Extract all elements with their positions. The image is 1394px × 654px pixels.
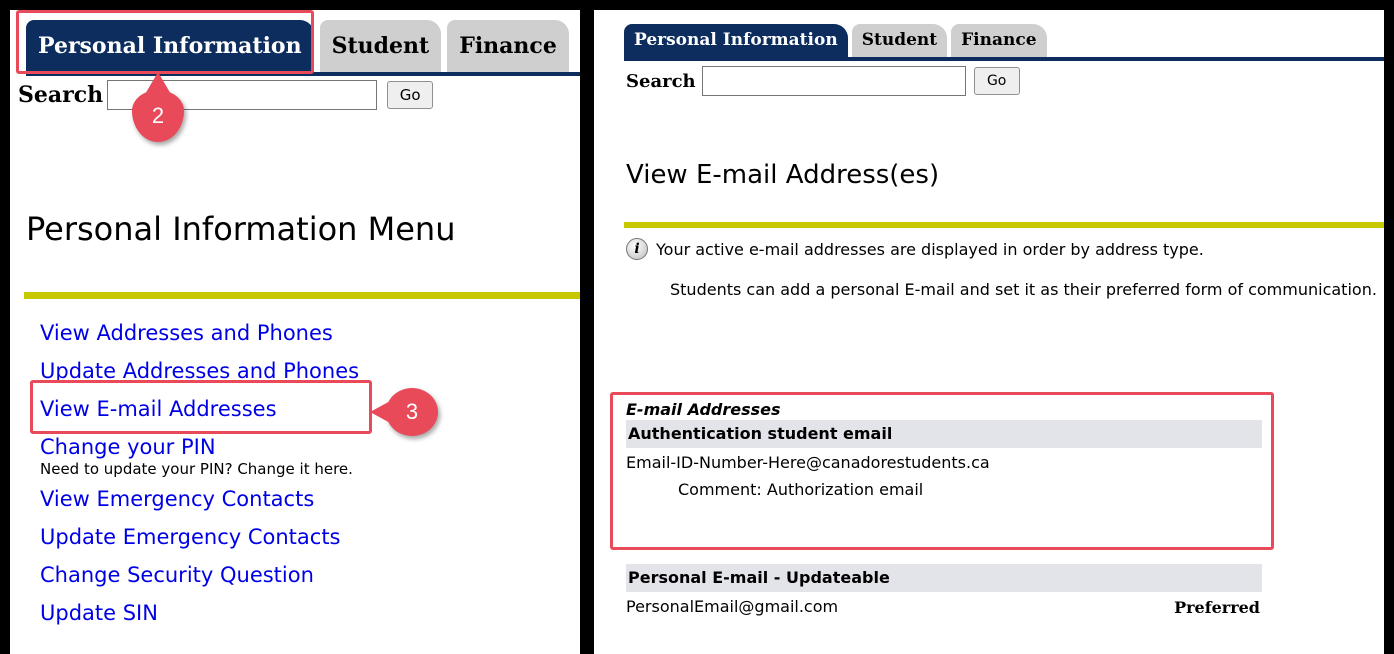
tab-personal-information[interactable]: Personal Information bbox=[624, 24, 848, 58]
search-bar: Search Go bbox=[18, 80, 434, 110]
menu-view-emergency-contacts[interactable]: View Emergency Contacts bbox=[40, 480, 359, 518]
right-screenshot-panel: Personal Information Student Finance Sea… bbox=[594, 10, 1384, 654]
tab-student[interactable]: Student bbox=[851, 24, 948, 58]
tab-finance[interactable]: Finance bbox=[951, 24, 1047, 58]
tab-finance[interactable]: Finance bbox=[447, 20, 569, 73]
menu-change-security-question[interactable]: Change Security Question bbox=[40, 556, 359, 594]
info-message: i Your active e-mail addresses are displ… bbox=[626, 238, 1204, 260]
tab-bar: Personal Information Student Finance bbox=[624, 22, 1051, 58]
search-label: Search bbox=[18, 82, 104, 108]
step-2-number: 2 bbox=[151, 103, 165, 128]
highlight-email-addresses-section bbox=[610, 392, 1274, 550]
menu-update-emergency-contacts[interactable]: Update Emergency Contacts bbox=[40, 518, 359, 556]
info-text: Your active e-mail addresses are display… bbox=[656, 239, 1204, 259]
page-title: View E-mail Address(es) bbox=[626, 160, 940, 190]
search-bar: Search Go bbox=[626, 66, 1020, 96]
step-3-callout: 3 bbox=[370, 388, 438, 436]
title-divider bbox=[624, 222, 1384, 228]
personal-email: PersonalEmail@gmail.com bbox=[626, 597, 839, 616]
menu-change-pin-description: Need to update your PIN? Change it here. bbox=[40, 460, 353, 478]
personal-email-row: PersonalEmail@gmail.com Preferred bbox=[626, 592, 1262, 622]
preferred-badge: Preferred bbox=[1174, 597, 1260, 617]
page-title: Personal Information Menu bbox=[26, 210, 456, 248]
highlight-personal-information-tab bbox=[16, 10, 314, 74]
menu-update-sin[interactable]: Update SIN bbox=[40, 594, 359, 632]
search-input[interactable] bbox=[701, 66, 966, 96]
info-icon: i bbox=[626, 238, 648, 260]
personal-information-menu: View Addresses and Phones Update Address… bbox=[40, 314, 359, 632]
info-paragraph: Students can add a personal E-mail and s… bbox=[670, 280, 1377, 299]
left-screenshot-panel: Personal Information Student Finance Sea… bbox=[10, 10, 580, 654]
go-button[interactable]: Go bbox=[973, 67, 1020, 95]
tab-student[interactable]: Student bbox=[319, 20, 442, 73]
highlight-view-email-addresses bbox=[30, 380, 372, 434]
tab-underline bbox=[624, 57, 1384, 61]
search-label: Search bbox=[626, 70, 696, 92]
section-header-personal: Personal E-mail - Updateable bbox=[626, 564, 1262, 592]
menu-view-addresses-and-phones[interactable]: View Addresses and Phones bbox=[40, 314, 359, 352]
step-2-callout: 2 bbox=[132, 72, 184, 142]
title-divider bbox=[24, 292, 580, 299]
go-button[interactable]: Go bbox=[387, 81, 434, 109]
step-3-number: 3 bbox=[405, 399, 419, 424]
personal-email-section: Personal E-mail - Updateable PersonalEma… bbox=[626, 564, 1262, 622]
